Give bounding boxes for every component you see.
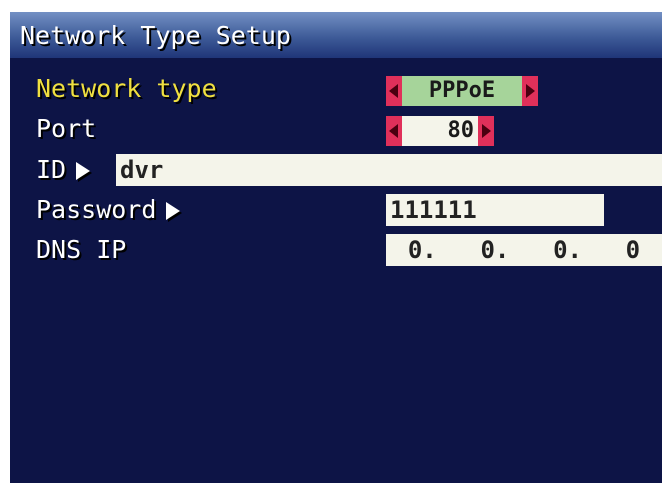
port-value: 80 [402, 116, 478, 146]
page-title: Network Type Setup [20, 21, 291, 50]
port-next-icon[interactable] [478, 116, 494, 146]
password-input[interactable]: 111111 [386, 194, 604, 226]
password-arrow-icon [166, 202, 181, 220]
network-type-next-icon[interactable] [522, 76, 538, 106]
id-label: ID [36, 155, 67, 184]
dns-ip-octet-1[interactable]: 0. [408, 236, 437, 264]
id-arrow-icon [76, 162, 91, 180]
id-input[interactable]: dvr [116, 154, 662, 186]
title-bar: Network Type Setup [10, 12, 662, 58]
password-label-row: Password [36, 195, 181, 224]
dns-ip-octet-3[interactable]: 0. [553, 236, 582, 264]
dns-ip-label: DNS IP [36, 235, 127, 264]
network-type-prev-icon[interactable] [386, 76, 402, 106]
network-type-value: PPPoE [402, 76, 522, 106]
network-type-selector[interactable]: PPPoE [386, 76, 538, 106]
port-prev-icon[interactable] [386, 116, 402, 146]
password-label: Password [36, 195, 157, 224]
port-label: Port [36, 114, 97, 143]
osd-screen: Network Type Setup Network type PPPoE Po… [10, 12, 662, 483]
dns-ip-input[interactable]: 0. 0. 0. 0 [386, 234, 662, 266]
dns-ip-octet-4[interactable]: 0 [626, 236, 640, 264]
network-type-label: Network type [36, 74, 217, 103]
id-label-row: ID [36, 155, 91, 184]
dns-ip-octet-2[interactable]: 0. [480, 236, 509, 264]
port-selector[interactable]: 80 [386, 116, 494, 146]
